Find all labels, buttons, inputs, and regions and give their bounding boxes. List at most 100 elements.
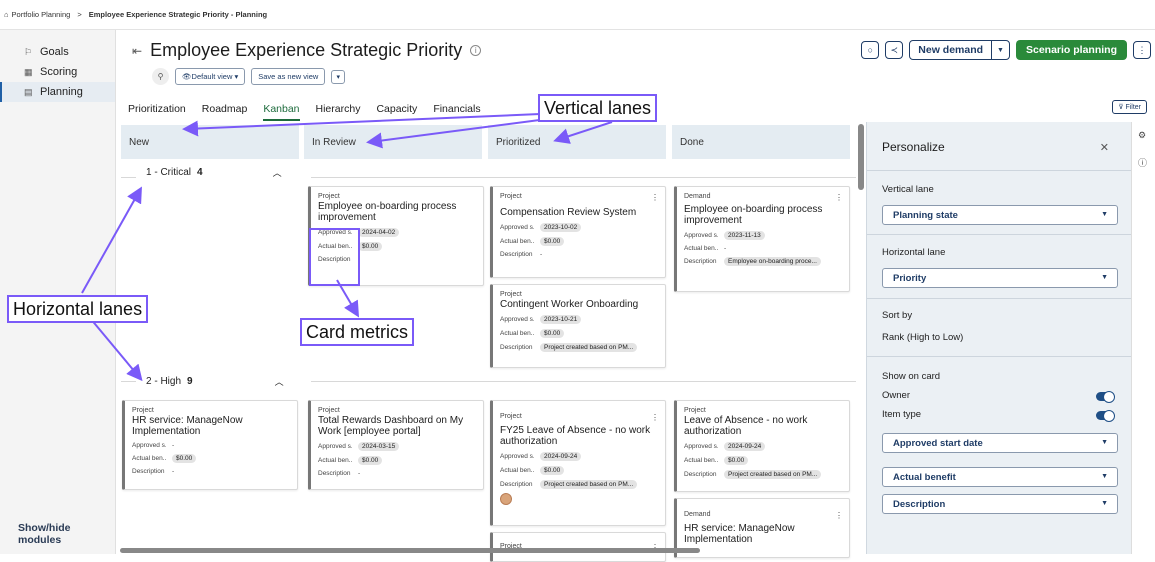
field-label: Description (318, 470, 351, 477)
show-hide-modules-button[interactable]: Show/hide modules (18, 522, 115, 546)
more-icon[interactable]: ⋮ (835, 193, 843, 202)
horizontal-lane-select[interactable]: Priority ▼ (882, 268, 1118, 288)
portfolio-icon: ⌂ (4, 10, 9, 19)
new-demand-button[interactable]: New demand ▼ (909, 40, 1010, 60)
info-icon[interactable]: ⓘ (1138, 156, 1147, 169)
more-icon[interactable]: ⋮ (835, 511, 843, 520)
tab-kanban[interactable]: Kanban (263, 103, 300, 121)
chevron-down-icon[interactable]: ▾ (331, 69, 346, 84)
more-icon[interactable]: ⋮ (651, 193, 659, 202)
breadcrumb-root[interactable]: Portfolio Planning (12, 10, 71, 19)
close-icon[interactable]: ✕ (1100, 141, 1109, 154)
kanban-card[interactable]: Demand ⋮ Employee on-boarding process im… (674, 186, 850, 292)
kanban-card[interactable]: Project ⋮ FY25 Leave of Absence - no wor… (490, 400, 666, 526)
chevron-down-icon: ▼ (1101, 274, 1108, 281)
lane-count: 9 (187, 376, 193, 387)
tab-hierarchy[interactable]: Hierarchy (316, 103, 361, 121)
field-select-description[interactable]: Description ▼ (882, 494, 1118, 514)
approved-date: 2024-09-24 (724, 442, 766, 451)
actual-benefit: $0.00 (358, 242, 383, 251)
share-icon[interactable]: ≺ (885, 41, 904, 59)
info-icon[interactable]: i (470, 45, 482, 56)
show-on-card-label: Show on card (882, 371, 941, 382)
tab-bar: Prioritization Roadmap Kanban Hierarchy … (128, 103, 481, 121)
field-label: Actual ben... (684, 245, 718, 252)
item-type-toggle[interactable] (1096, 410, 1115, 422)
card-title[interactable]: Compensation Review System (500, 207, 658, 218)
chevron-down-icon: ▼ (1101, 211, 1108, 218)
kanban-card[interactable]: Project ⋮ (490, 532, 666, 562)
vertical-scrollbar[interactable] (858, 124, 864, 190)
kanban-card[interactable]: Project Total Rewards Dashboard on My Wo… (308, 400, 484, 490)
tab-prioritization[interactable]: Prioritization (128, 103, 186, 121)
actual-benefit: $0.00 (172, 454, 197, 463)
card-title[interactable]: FY25 Leave of Absence - no work authoriz… (500, 425, 658, 447)
lane-header-critical[interactable]: 1 - Critical 4 ︿ (146, 166, 282, 179)
kanban-card[interactable]: Project Leave of Absence - no work autho… (674, 400, 850, 492)
card-title[interactable]: Total Rewards Dashboard on My Work [empl… (318, 415, 476, 437)
tab-roadmap[interactable]: Roadmap (202, 103, 248, 121)
sidebar: ⚐ Goals ▦ Scoring ▤ Planning Show/hide m… (0, 30, 116, 554)
more-icon[interactable]: ⋮ (651, 413, 659, 422)
actual-benefit: $0.00 (540, 237, 565, 246)
sort-label: Sort by (882, 310, 913, 321)
approved-date: 2023-10-02 (540, 223, 582, 232)
vertical-lane-select[interactable]: Planning state ▼ (882, 205, 1118, 225)
panel-divider (867, 170, 1132, 171)
card-title[interactable]: Employee on-boarding process improvement (684, 204, 842, 226)
horizontal-scrollbar[interactable] (120, 548, 700, 553)
gear-icon[interactable]: ⚙ (1138, 130, 1146, 141)
field-select-approved[interactable]: Approved start date ▼ (882, 433, 1118, 453)
page-title: Employee Experience Strategic Priority (150, 40, 463, 60)
field-label: Approved s... (684, 443, 718, 450)
card-type: Demand (684, 511, 711, 518)
annotation-horizontal-lanes: Horizontal lanes (7, 295, 149, 323)
lane-divider (121, 177, 136, 178)
kanban-card[interactable]: Project Contingent Worker Onboarding App… (490, 284, 666, 368)
view-selector[interactable]: 👁Default view ▾ (175, 68, 246, 85)
kanban-card[interactable]: Project HR service: ManageNow Implementa… (122, 400, 298, 490)
owner-avatar[interactable] (500, 493, 512, 505)
comment-icon[interactable]: ○ (861, 41, 880, 59)
card-title[interactable]: Leave of Absence - no work authorization (684, 415, 842, 437)
collapse-icon[interactable]: ⇤ (132, 44, 142, 58)
scenario-planning-button[interactable]: Scenario planning (1015, 40, 1127, 60)
kanban-card[interactable]: Demand ⋮ HR service: ManageNow Implement… (674, 498, 850, 558)
card-title[interactable]: HR service: ManageNow Implementation (132, 415, 290, 437)
card-title[interactable]: HR service: ManageNow Implementation (684, 523, 842, 545)
chevron-up-icon[interactable]: ︿ (273, 166, 282, 179)
field-select-actual[interactable]: Actual benefit ▼ (882, 467, 1118, 487)
scoring-icon: ▦ (24, 66, 33, 77)
breadcrumb-current: Employee Experience Strategic Priority -… (88, 10, 268, 19)
sidebar-item-planning[interactable]: ▤ Planning (0, 82, 115, 102)
annotation-card-metrics: Card metrics (300, 318, 415, 346)
filter-button[interactable]: ⊽ Filter (1112, 100, 1147, 114)
chevron-up-icon[interactable]: ︿ (275, 375, 284, 388)
card-metrics-highlight (309, 228, 360, 286)
card-title[interactable]: Employee on-boarding process improvement (318, 201, 476, 223)
field-label: Description (500, 344, 533, 351)
tab-capacity[interactable]: Capacity (376, 103, 417, 121)
chevron-down-icon[interactable]: ▼ (991, 41, 1009, 59)
right-rail: ⚙ ⓘ (1131, 122, 1155, 554)
more-icon[interactable]: ⋮ (1133, 41, 1151, 59)
save-view-button[interactable]: Save as new view (251, 68, 326, 85)
kanban-card[interactable]: Project ⋮ Compensation Review System App… (490, 186, 666, 278)
lane-name: 1 - Critical (146, 167, 192, 178)
sidebar-item-goals[interactable]: ⚐ Goals (0, 42, 115, 62)
column-header-prioritized: Prioritized (488, 125, 666, 159)
sort-value[interactable]: Rank (High to Low) (882, 332, 963, 343)
field-label: Approved s... (500, 224, 534, 231)
owner-toggle[interactable] (1096, 391, 1115, 403)
tab-financials[interactable]: Financials (433, 103, 480, 121)
field-label: Actual ben... (500, 330, 534, 337)
lane-header-high[interactable]: 2 - High 9 ︿ (146, 375, 284, 388)
binoculars-icon[interactable]: ⚲ (152, 68, 169, 85)
card-title[interactable]: Contingent Worker Onboarding (500, 299, 658, 310)
sidebar-item-scoring[interactable]: ▦ Scoring (0, 62, 115, 82)
top-actions: ○ ≺ New demand ▼ Scenario planning ⋮ (861, 40, 1151, 60)
description-value: - (172, 468, 175, 475)
lane-count: 4 (197, 167, 203, 178)
field-label: Approved s... (500, 453, 534, 460)
panel-divider (867, 234, 1132, 235)
